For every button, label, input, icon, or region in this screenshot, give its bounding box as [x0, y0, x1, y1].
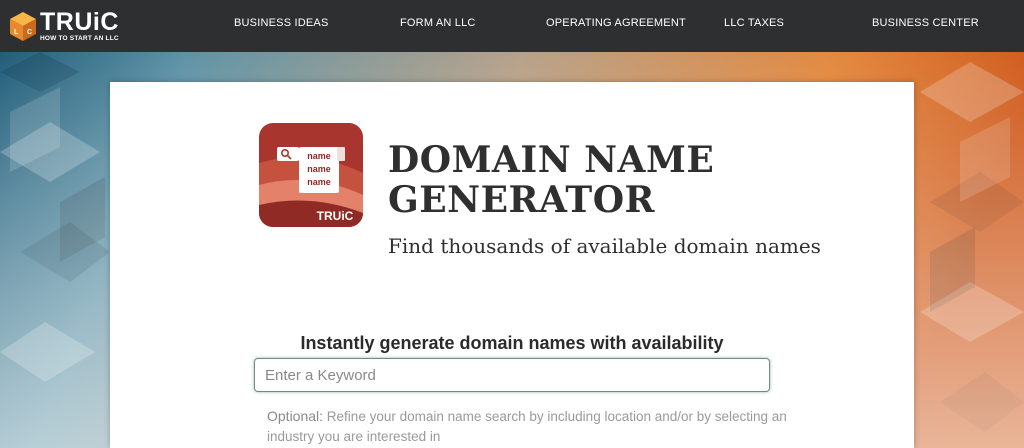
- svg-text:name: name: [307, 151, 331, 161]
- svg-text:L: L: [14, 29, 19, 36]
- logo-cube-icon: L C: [10, 12, 36, 41]
- nav-llc-taxes[interactable]: LLC TAXES: [724, 17, 784, 29]
- svg-text:C: C: [27, 29, 32, 36]
- keyword-input[interactable]: [254, 358, 770, 392]
- nav-business-ideas[interactable]: BUSINESS IDEAS: [234, 17, 329, 29]
- logo-tagline: HOW TO START AN LLC: [40, 35, 119, 42]
- top-navigation-bar: L C TRUiC HOW TO START AN LLC BUSINESS I…: [0, 0, 1024, 52]
- page-subtitle: Find thousands of available domain names: [388, 234, 821, 258]
- optional-description: Refine your domain name search by includ…: [267, 409, 787, 444]
- nav-business-center[interactable]: BUSINESS CENTER: [872, 17, 979, 29]
- svg-text:name: name: [307, 164, 331, 174]
- svg-text:name: name: [307, 177, 331, 187]
- domain-name-generator-app-icon: name name name TRUiC: [259, 123, 363, 227]
- logo-wordmark: TRUiC: [40, 8, 119, 36]
- optional-label: Optional:: [267, 408, 324, 424]
- generator-card: name name name TRUiC DOMAIN NAME GENERAT…: [110, 82, 914, 448]
- nav-form-an-llc[interactable]: FORM AN LLC: [400, 17, 476, 29]
- page-title: DOMAIN NAME GENERATOR: [388, 139, 715, 221]
- truic-logo[interactable]: L C TRUiC HOW TO START AN LLC: [8, 8, 138, 44]
- nav-operating-agreement[interactable]: OPERATING AGREEMENT: [546, 17, 686, 29]
- optional-refine-text: Optional: Refine your domain name search…: [267, 406, 787, 447]
- generate-heading: Instantly generate domain names with ava…: [300, 333, 724, 353]
- svg-text:TRUiC: TRUiC: [317, 209, 354, 223]
